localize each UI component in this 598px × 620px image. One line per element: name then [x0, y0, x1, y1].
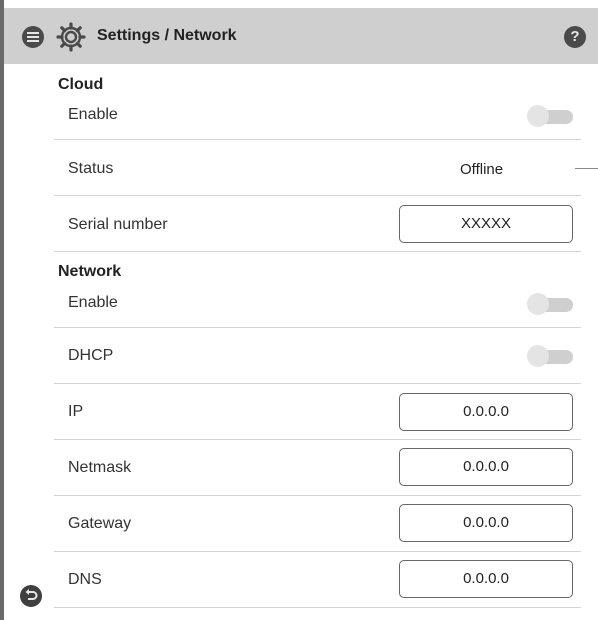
cloud-serial-label: Serial number [68, 216, 168, 233]
divider [54, 195, 581, 196]
divider [54, 551, 581, 552]
dns-field[interactable]: 0.0.0.0 [399, 560, 573, 598]
top-bar: Settings / Network ? [4, 8, 598, 64]
divider [54, 495, 581, 496]
dns-label: DNS [68, 571, 102, 588]
network-enable-label: Enable [68, 294, 118, 311]
toggle-knob [527, 105, 549, 127]
back-icon[interactable] [20, 585, 42, 607]
help-icon[interactable]: ? [564, 26, 586, 48]
toggle-knob [527, 293, 549, 315]
gateway-label: Gateway [68, 515, 132, 532]
cloud-status-label: Status [68, 160, 114, 177]
divider [54, 327, 581, 328]
network-section-title: Network [58, 263, 122, 280]
divider [54, 139, 581, 140]
divider [54, 439, 581, 440]
ip-field[interactable]: 0.0.0.0 [399, 393, 573, 431]
netmask-label: Netmask [68, 459, 132, 476]
toggle-knob [527, 345, 549, 367]
divider [54, 251, 581, 252]
menu-icon[interactable] [22, 26, 44, 48]
back-arrow-glyph [25, 589, 38, 600]
cloud-status-value: Offline [460, 161, 504, 178]
ip-label: IP [68, 403, 84, 420]
divider [54, 607, 581, 608]
window-left-border [0, 0, 4, 620]
serial-number-field[interactable]: XXXXX [399, 205, 573, 243]
cloud-enable-label: Enable [68, 106, 118, 123]
cloud-section-title: Cloud [58, 76, 104, 93]
dhcp-toggle[interactable] [527, 345, 574, 367]
network-enable-toggle[interactable] [527, 293, 574, 315]
status-indicator-line [575, 168, 598, 169]
gateway-field[interactable]: 0.0.0.0 [399, 504, 573, 542]
netmask-field[interactable]: 0.0.0.0 [399, 448, 573, 486]
gear-icon [56, 22, 86, 52]
divider [54, 383, 581, 384]
dhcp-label: DHCP [68, 347, 114, 364]
page-title: Settings / Network [97, 27, 237, 44]
cloud-enable-toggle[interactable] [527, 105, 574, 127]
